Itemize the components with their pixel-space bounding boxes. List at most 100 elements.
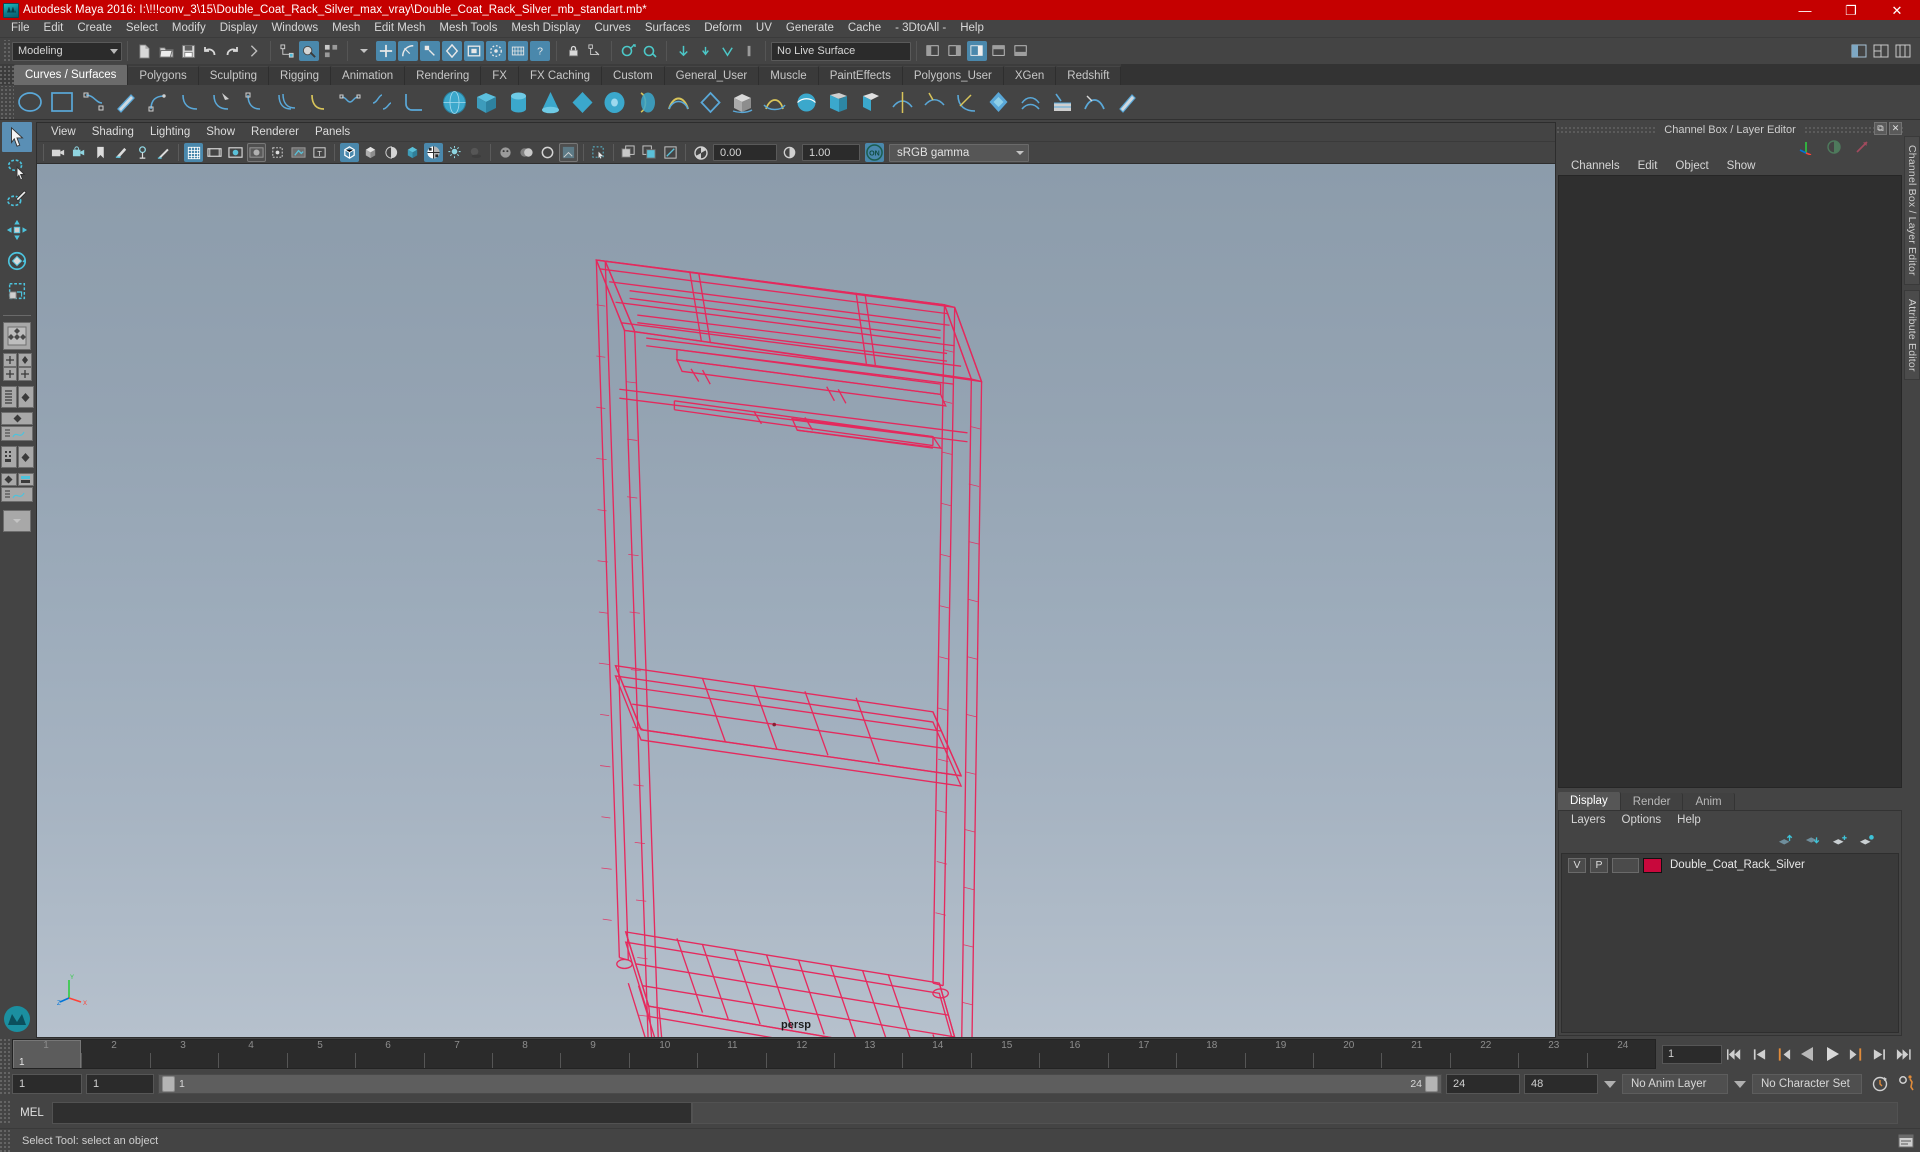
range-slider-grip[interactable] [0, 1072, 12, 1096]
snap-to-grid-button[interactable] [376, 41, 396, 61]
go-to-end-button[interactable] [1893, 1044, 1914, 1065]
menu-file[interactable]: File [4, 20, 37, 37]
select-by-object-type-button[interactable] [299, 41, 319, 61]
layer-row[interactable]: V P Double_Coat_Rack_Silver [1562, 856, 1898, 874]
quick-layout-persp-wide-button[interactable] [1, 412, 33, 425]
exposure-icon[interactable] [691, 143, 710, 162]
save-scene-button[interactable] [178, 41, 198, 61]
range-bar[interactable]: 1 24 [158, 1074, 1442, 1094]
menu-3dtoall[interactable]: - 3DtoAll - [888, 20, 953, 37]
shelf-tab-xgen[interactable]: XGen [1003, 66, 1057, 85]
pencil-curve-tool-icon[interactable] [110, 86, 142, 118]
play-backwards-button[interactable] [1797, 1044, 1818, 1065]
undo-button[interactable] [200, 41, 220, 61]
quick-layout-outliner-persp-button[interactable] [0, 386, 17, 408]
minimize-button[interactable]: — [1782, 0, 1828, 20]
snap-to-view-planes-button[interactable] [464, 41, 484, 61]
shelf-tab-general-user[interactable]: General_User [664, 66, 760, 85]
quick-layout-more-button[interactable] [3, 510, 31, 532]
menu-select[interactable]: Select [119, 20, 165, 37]
snap-to-projected-center-button[interactable] [442, 41, 462, 61]
go-to-start-button[interactable] [1725, 1044, 1746, 1065]
quick-layout-hypershade-button[interactable] [0, 446, 17, 468]
command-input-field[interactable] [52, 1102, 692, 1124]
layer-type-toggle[interactable] [1612, 857, 1639, 873]
layer-menu-help[interactable]: Help [1669, 814, 1709, 826]
animation-preferences-icon[interactable] [1868, 1072, 1894, 1096]
channel-box-menu-show[interactable]: Show [1718, 160, 1765, 172]
shadows-icon[interactable] [466, 143, 485, 162]
layer-tab-render[interactable]: Render [1620, 793, 1684, 810]
stitch-surfaces-icon[interactable] [1014, 86, 1046, 118]
step-forward-frame-button[interactable] [1845, 1044, 1866, 1065]
show-hide-attribute-editor-button[interactable] [989, 41, 1009, 61]
time-slider-track[interactable]: 1 1 2 3 4 5 6 7 8 9 10 11 12 13 14 15 16 17 18 19 20 21 22 23 2… [12, 1039, 1656, 1069]
character-set-selector[interactable]: No Character Set [1752, 1074, 1862, 1094]
shaded-wireframe-icon[interactable] [403, 143, 422, 162]
channel-box-menu-object[interactable]: Object [1666, 160, 1717, 172]
quick-layout-outliner-button[interactable] [17, 353, 32, 367]
grid-snap-settings-button[interactable] [508, 41, 528, 61]
exposure-reset-icon[interactable] [661, 143, 680, 162]
paint-effects-icon[interactable] [1110, 86, 1142, 118]
new-scene-button[interactable] [134, 41, 154, 61]
maximize-button[interactable]: ❐ [1828, 0, 1874, 20]
xray-joints-icon[interactable] [268, 143, 287, 162]
toggle-panels-icon[interactable] [1893, 41, 1913, 61]
smooth-shade-selected-icon[interactable] [382, 143, 401, 162]
create-new-layer-icon[interactable] [1832, 833, 1848, 847]
grid-toggle-icon[interactable] [184, 143, 203, 162]
trim-tool-icon[interactable] [950, 86, 982, 118]
quick-layout-persp-alt-button[interactable] [17, 446, 34, 468]
layer-visibility-toggle[interactable]: V [1568, 857, 1586, 873]
layer-list[interactable]: V P Double_Coat_Rack_Silver [1561, 853, 1899, 1033]
construction-history-button[interactable]: ? [530, 41, 550, 61]
project-curve-icon[interactable] [918, 86, 950, 118]
shelf-tab-polygons-user[interactable]: Polygons_User [902, 66, 1004, 85]
step-forward-keyframe-button[interactable] [1869, 1044, 1890, 1065]
color-profile-selector[interactable]: sRGB gamma [889, 143, 1029, 162]
move-layer-up-icon[interactable] [1778, 833, 1794, 847]
viewport-menu-shading[interactable]: Shading [84, 126, 142, 138]
rotate-tool[interactable] [2, 246, 32, 276]
create-layer-from-selected-icon[interactable] [1859, 833, 1875, 847]
quick-layout-hypergraph-button[interactable] [2, 367, 17, 381]
boundary-icon[interactable] [790, 86, 822, 118]
xray-shaded-icon[interactable] [640, 143, 659, 162]
vtab-attribute-editor[interactable]: Attribute Editor [1904, 289, 1920, 381]
show-hide-tool-settings-button[interactable] [1011, 41, 1031, 61]
sidebar-toggle-button[interactable] [244, 41, 264, 61]
shelf-tab-redshift[interactable]: Redshift [1056, 66, 1122, 85]
attach-curves-icon[interactable] [334, 86, 366, 118]
shelf-grip[interactable] [0, 64, 14, 85]
nurbs-plane-icon[interactable] [566, 86, 598, 118]
grease-pencil-icon[interactable] [154, 143, 173, 162]
play-forwards-button[interactable] [1821, 1044, 1842, 1065]
time-slider-grip[interactable] [0, 1039, 12, 1069]
menu-display[interactable]: Display [213, 20, 265, 37]
hypershade-button[interactable] [717, 41, 737, 61]
nurbs-cube-icon[interactable] [470, 86, 502, 118]
gamma-icon[interactable] [780, 143, 799, 162]
channel-box-menu-edit[interactable]: Edit [1629, 160, 1667, 172]
show-hide-editor-button-2[interactable] [945, 41, 965, 61]
smooth-shade-all-icon[interactable] [361, 143, 380, 162]
shelf-tab-fx[interactable]: FX [481, 66, 519, 85]
motion-blur-icon[interactable] [517, 143, 536, 162]
status-bar-grip[interactable] [0, 1129, 12, 1152]
menu-set-selector[interactable]: Modeling [12, 41, 122, 61]
open-scene-button[interactable] [156, 41, 176, 61]
show-hide-editor-button-1[interactable] [923, 41, 943, 61]
viewport-3d[interactable]: persp Y Z X [37, 164, 1555, 1037]
paint-selection-tool[interactable] [2, 184, 32, 214]
menu-cache[interactable]: Cache [841, 20, 888, 37]
snap-to-curve-button[interactable] [398, 41, 418, 61]
xray-mode-icon[interactable] [619, 143, 638, 162]
show-hide-channelbox-button[interactable] [967, 41, 987, 61]
anim-layer-selector[interactable]: No Anim Layer [1622, 1074, 1728, 1094]
make-live-button[interactable] [486, 41, 506, 61]
loft-icon[interactable] [662, 86, 694, 118]
square-surface-icon[interactable] [822, 86, 854, 118]
nurbs-cylinder-icon[interactable] [502, 86, 534, 118]
layer-tab-display[interactable]: Display [1558, 792, 1621, 810]
